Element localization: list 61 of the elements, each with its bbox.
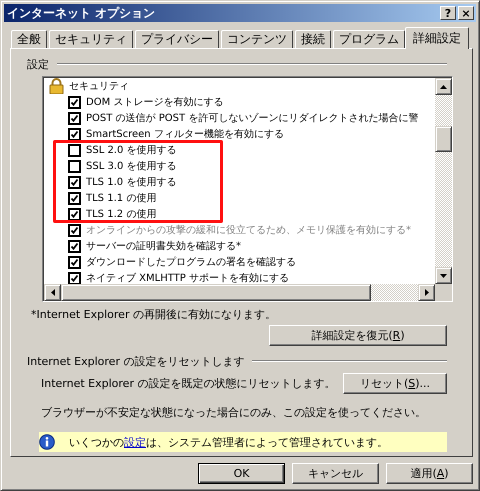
checkbox[interactable]: [68, 192, 81, 204]
help-button[interactable]: ?: [440, 6, 456, 20]
dialog-button[interactable]: キャンセル: [292, 463, 379, 484]
checkbox[interactable]: [68, 240, 81, 252]
scroll-up-button[interactable]: [435, 78, 452, 95]
dialog-button[interactable]: 適用(A): [386, 463, 473, 484]
vertical-scrollbar[interactable]: [435, 78, 452, 284]
tab[interactable]: 接続: [295, 30, 331, 48]
tab[interactable]: プライバシー: [135, 30, 219, 48]
horizontal-scrollbar[interactable]: [44, 284, 452, 301]
checkbox-label: TLS 1.0 を使用する: [86, 176, 176, 189]
info-message: いくつかの設定は、システム管理者によって管理されています。: [69, 434, 388, 450]
checkbox-label: SSL 3.0 を使用する: [86, 160, 177, 173]
info-icon: [39, 434, 55, 450]
scroll-down-button[interactable]: [435, 267, 452, 284]
category-label: セキュリティ: [69, 80, 129, 93]
close-button[interactable]: ×: [458, 6, 474, 20]
tab[interactable]: セキュリティ: [49, 30, 133, 48]
reset-button[interactable]: リセット(S)...: [343, 373, 447, 394]
checkbox[interactable]: [68, 112, 81, 124]
up-arrow-icon: [440, 84, 447, 88]
checkbox-label: POST の送信が POST を許可しないゾーンにリダイレクトされた場合に警: [86, 112, 418, 125]
checkbox-label: オンラインからの攻撃の緩和に役立てるため、メモリ保護を有効にする*: [86, 224, 411, 237]
tab[interactable]: コンテンツ: [221, 30, 293, 48]
left-arrow-icon: [50, 289, 54, 296]
checkbox-label: ネイティブ XMLHTTP サポートを有効にする: [86, 272, 289, 284]
checkbox[interactable]: [68, 128, 81, 140]
settings-link[interactable]: 設定: [124, 436, 146, 448]
checkbox[interactable]: [68, 96, 81, 108]
checkbox[interactable]: [68, 160, 81, 172]
down-arrow-icon: [440, 274, 447, 278]
right-arrow-icon: [424, 289, 428, 296]
checkbox-label: TLS 1.2 の使用: [86, 208, 156, 221]
restart-note: *Internet Explorer の再開後に有効になります。: [31, 307, 277, 322]
checkbox[interactable]: [68, 144, 81, 156]
scrollbar-thumb[interactable]: [61, 284, 371, 301]
reset-warning: ブラウザーが不安定な状態になった場合にのみ、この設定を使ってください。: [41, 405, 427, 420]
checkbox-label: SSL 2.0 を使用する: [86, 144, 177, 157]
scrollbar-corner: [435, 284, 452, 301]
checkbox-label: DOM ストレージを有効にする: [86, 96, 224, 109]
checkbox[interactable]: [68, 176, 81, 188]
checkbox[interactable]: [68, 208, 81, 220]
scrollbar-thumb[interactable]: [435, 126, 452, 152]
checkbox-label: ダウンロードしたプログラムの署名を確認する: [86, 256, 296, 269]
checkbox[interactable]: [68, 256, 81, 268]
checkbox-label: SmartScreen フィルター機能を有効にする: [86, 128, 284, 141]
reset-description: Internet Explorer の設定を既定の状態にリセットします。: [41, 376, 336, 391]
tab[interactable]: プログラム: [333, 30, 405, 48]
dialog-button[interactable]: OK: [198, 463, 285, 484]
checkbox[interactable]: [68, 272, 81, 284]
checkbox-label: サーバーの証明書失効を確認する*: [86, 240, 241, 253]
tab[interactable]: 全般: [11, 30, 47, 48]
group-label: 設定: [27, 56, 49, 72]
scroll-right-button[interactable]: [418, 284, 435, 301]
window-title: インターネット オプション: [7, 4, 156, 22]
restore-defaults-button[interactable]: 詳細設定を復元(R): [269, 325, 447, 346]
group-label: Internet Explorer の設定をリセットします: [27, 354, 244, 368]
scroll-left-button[interactable]: [44, 284, 61, 301]
checkbox-label: TLS 1.1 の使用: [86, 192, 156, 205]
tab[interactable]: 詳細設定: [405, 27, 469, 49]
lock-icon: [49, 78, 64, 94]
